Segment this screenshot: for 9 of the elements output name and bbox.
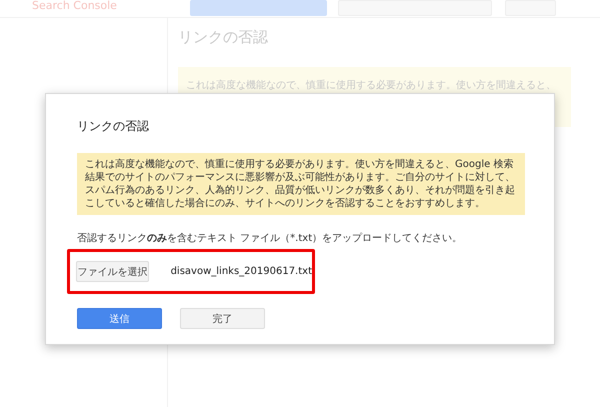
submit-button[interactable]: 送信 — [77, 308, 162, 329]
choose-file-button[interactable]: ファイルを選択 — [76, 261, 149, 282]
file-name: disavow_links_20190617.txt — [170, 266, 312, 277]
done-button[interactable]: 完了 — [180, 308, 265, 329]
instruction-text: 否認するリンクのみを含むテキスト ファイル（*.txt）をアップロードしてください。 — [77, 232, 464, 245]
toolbar-button[interactable] — [190, 0, 327, 16]
warning-message: これは高度な機能なので、慎重に使用する必要があります。使い方を間違えると、Google 検索結果でのサイトのパフォーマンスに悪影響が及ぶ可能性があります。ご自分のサイトに対して、スパム行為のあるリンク、人為的リンク、品質が低いリンクが数多くあり、それが問題を引き起こしていると確信した場合にのみ、サイトへのリンクを否認することをおすすめします。 — [77, 153, 525, 215]
logo-text: Search Console — [32, 0, 118, 12]
dialog-title: リンクの否認 — [77, 118, 150, 135]
